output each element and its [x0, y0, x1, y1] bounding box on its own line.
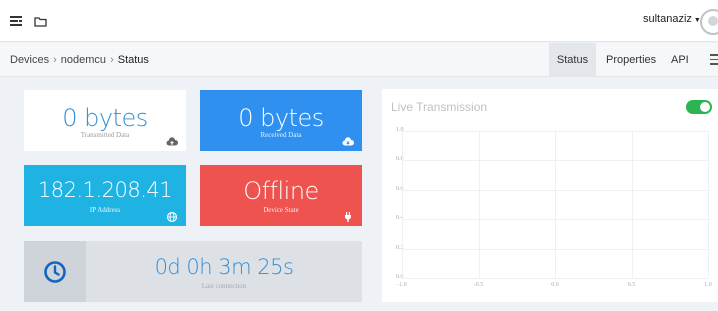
chart-x-tick-label: -0.5 [473, 282, 484, 288]
chart-gridline-x [555, 131, 556, 278]
chart-gridline-x [402, 131, 403, 278]
avatar[interactable] [700, 9, 718, 35]
chevron-right-icon: › [110, 54, 114, 66]
chart-gridline-x [631, 131, 633, 278]
chart-x-tick-label: 1.0 [704, 282, 712, 288]
device-state-tile: Offline Device State [200, 165, 362, 226]
device-state-value: Offline [243, 177, 319, 205]
device-state-label: Device State [263, 206, 299, 214]
folder-icon[interactable] [32, 13, 48, 29]
globe-icon [166, 210, 178, 223]
chevron-right-icon: › [53, 54, 57, 66]
live-transmission-title: Live Transmission [391, 100, 488, 114]
clock-icon [24, 241, 86, 302]
transmitted-data-value: 0 bytes [62, 104, 148, 132]
ip-address-value: 182.1.208.41 [37, 178, 173, 202]
chart-x-tick-label: 0.5 [627, 282, 636, 288]
tab-status[interactable]: Status [549, 43, 596, 77]
chart-gridline-x [708, 131, 709, 278]
last-connection-tile: 0d 0h 3m 25s Last connection [24, 241, 362, 302]
breadcrumb-devices[interactable]: Devices [10, 54, 49, 66]
chart-gridline-x [478, 131, 480, 278]
list-menu-icon[interactable] [8, 13, 24, 29]
top-navbar: sultanaziz ▼ [0, 0, 718, 42]
chart-gridline-y [402, 278, 708, 279]
plug-icon [342, 210, 354, 222]
live-transmission-panel: Live Transmission [382, 89, 718, 302]
cloud-download-icon [342, 135, 355, 147]
ip-address-label: IP Address [89, 206, 121, 214]
chart-x-tick-label: 0.0 [551, 282, 559, 288]
transmitted-data-tile: 0 bytes Transmitted Data [24, 90, 186, 151]
last-connection-value: 0d 0h 3m 25s [154, 255, 294, 279]
cloud-upload-icon [166, 135, 179, 147]
received-data-tile: 0 bytes Received Data [200, 90, 362, 151]
more-menu-icon[interactable] [710, 54, 718, 66]
breadcrumb: Devices › nodemcu › Status [10, 54, 149, 66]
ip-address-tile: 182.1.208.41 IP Address [24, 165, 186, 226]
username-label: sultanaziz [643, 13, 692, 25]
breadcrumb-status: Status [117, 54, 149, 66]
chart-x-tick-label: -1.0 [397, 282, 407, 288]
tab-properties[interactable]: Properties [606, 43, 656, 77]
live-transmission-toggle[interactable] [686, 100, 712, 114]
tab-api[interactable]: API [671, 43, 689, 77]
breadcrumb-nodemcu[interactable]: nodemcu [61, 54, 106, 66]
sub-navbar: Devices › nodemcu › Status Status Properties… [0, 43, 718, 77]
transmitted-data-label: Transmitted Data [80, 131, 130, 139]
received-data-label: Received Data [260, 131, 302, 139]
user-menu[interactable]: sultanaziz ▼ [643, 13, 701, 25]
received-data-value: 0 bytes [238, 104, 324, 132]
last-connection-label: Last connection [201, 282, 247, 290]
